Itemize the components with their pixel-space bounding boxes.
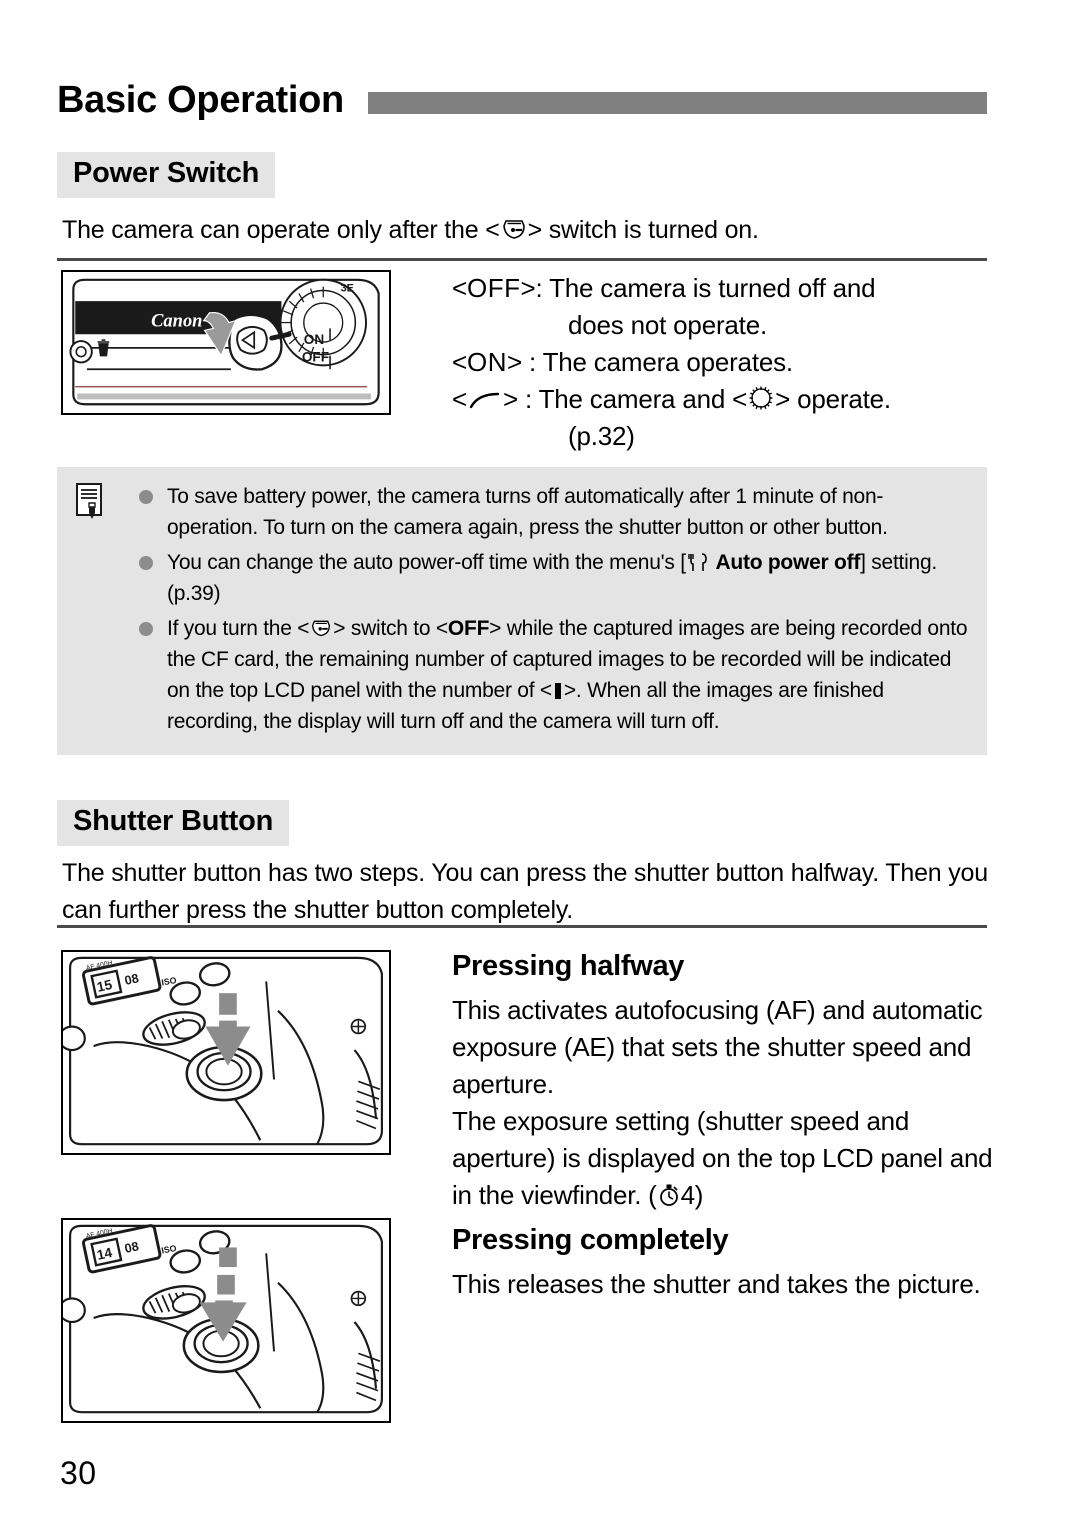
note-item-list: To save battery power, the camera turns … [139,481,969,737]
note-item: If you turn the < > switch to <OFF> while… [139,613,969,737]
page-number: 30 [60,1455,97,1491]
section-heading-power-switch: Power Switch [57,152,276,198]
note-item-text: To save battery power, the camera turns … [167,485,888,539]
power-mode-dial-line2: (p.32) [568,421,635,451]
metering-timer-icon [658,1183,680,1207]
subsection-heading-pressing-completely: Pressing completely [452,1224,729,1256]
power-switch-intro-before: The camera can operate only after the < [62,216,500,244]
subsection-body-pressing-halfway: This activates autofocusing (AF) and aut… [452,992,997,1214]
power-mode-off: <OFF>: The camera is turned off and does… [452,270,992,344]
buffer-bar-icon [553,682,563,700]
note-box: To save battery power, the camera turns … [57,467,987,755]
power-mode-on: <ON> : The camera operates. [452,344,992,381]
power-switch-icon [310,618,332,638]
power-switch-modes: <OFF>: The camera is turned off and does… [452,270,992,455]
subsection-body-pressing-completely: This releases the shutter and takes the … [452,1266,997,1303]
shutter-button-intro: The shutter button has two steps. You ca… [62,859,988,924]
quick-control-dial-icon [748,385,774,411]
power-switch-illustration: Canon 3E ON OFF [61,270,391,415]
divider-rule-power [57,258,987,261]
shutter-fully-illustration: 14 08 AF 400H ISO [61,1218,391,1423]
divider-rule-shutter [57,925,987,928]
svg-text:3E: 3E [341,282,354,294]
page-title: Basic Operation [57,79,344,121]
subsection-heading-pressing-halfway: Pressing halfway [452,950,685,982]
power-switch-intro-after: > switch is turned on. [527,216,759,244]
pressing-halfway-paragraph-1: This activates autofocusing (AF) and aut… [452,995,983,1099]
power-mode-dial-line1-after: > operate. [775,384,891,414]
svg-text:Canon: Canon [151,310,202,330]
bullet-icon [139,556,153,570]
note-item-text: If you turn the < > switch to <OFF> while… [167,617,968,733]
setup-menu-icon [687,552,709,572]
bullet-icon [139,622,153,636]
power-mode-dial-key: < > : [452,384,533,414]
power-label-off: OFF [302,349,329,364]
pressing-completely-paragraph-1: This releases the shutter and takes the … [452,1269,981,1299]
power-switch-intro: The camera can operate only after the < >… [62,212,992,249]
power-mode-dial: < > : The camera and < > operate. (p.32) [452,381,992,455]
note-item: To save battery power, the camera turns … [139,481,969,543]
power-mode-on-line1: The camera operates. [542,347,794,377]
pressing-halfway-paragraph-2: The exposure setting (shutter speed and … [452,1106,993,1210]
power-mode-off-line1: The camera is turned off and [549,273,876,303]
note-item: You can change the auto power-off time w… [139,547,969,609]
chapter-accent-bar [367,92,987,114]
power-mode-off-key: <OFF>: [452,273,543,303]
svg-text:08: 08 [123,1238,140,1256]
power-mode-on-key: <ON> : [452,347,537,377]
power-on-dial-icon [468,391,502,411]
bullet-icon [139,490,153,504]
power-label-on: ON [304,332,324,347]
power-mode-dial-line1-before: The camera and < [538,384,748,414]
note-item-text: You can change the auto power-off time w… [167,551,937,605]
section-heading-shutter-button: Shutter Button [57,800,290,846]
manual-page: Basic Operation Power Switch The camera … [0,0,1080,1521]
chapter-header: Basic Operation [57,72,987,128]
svg-text:08: 08 [123,970,140,988]
power-mode-off-line2: does not operate. [568,310,767,340]
shutter-halfway-illustration: 15 08 AF 400H ISO [61,950,391,1155]
power-switch-icon [501,217,527,241]
note-pencil-icon [75,483,107,523]
